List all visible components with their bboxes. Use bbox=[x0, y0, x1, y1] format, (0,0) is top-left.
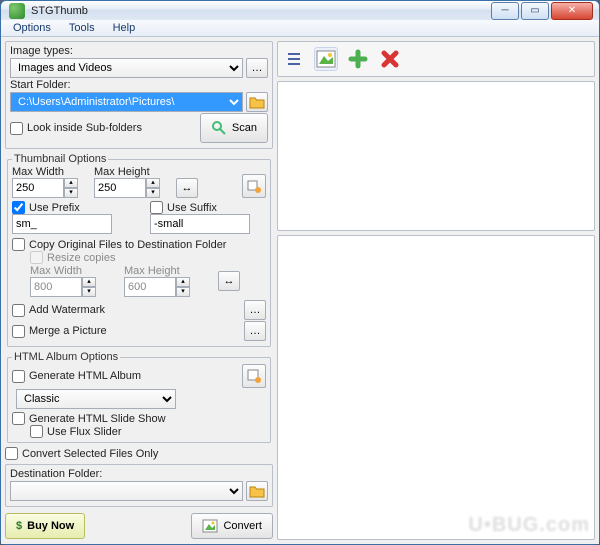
convert-button[interactable]: Convert bbox=[191, 513, 273, 539]
scan-button[interactable]: Scan bbox=[200, 113, 268, 143]
x-icon bbox=[380, 49, 400, 69]
album-style-select[interactable]: Classic bbox=[16, 389, 176, 409]
copy-aspect-lock-button: ↔ bbox=[218, 271, 240, 291]
file-list-area[interactable] bbox=[277, 81, 595, 231]
copy-max-height-label: Max Height bbox=[124, 265, 190, 277]
settings-icon bbox=[246, 178, 262, 194]
add-button[interactable] bbox=[346, 47, 370, 71]
image-types-select[interactable]: Images and Videos bbox=[10, 58, 243, 78]
app-icon bbox=[9, 3, 25, 19]
look-inside-subfolders-checkbox[interactable]: Look inside Sub-folders bbox=[10, 122, 142, 135]
image-types-label: Image types: bbox=[10, 45, 268, 57]
folder-icon bbox=[249, 484, 265, 498]
thumbnail-settings-button[interactable] bbox=[242, 174, 266, 198]
picture-icon bbox=[202, 519, 218, 533]
minimize-button[interactable]: ─ bbox=[491, 2, 519, 20]
html-album-settings-button[interactable] bbox=[242, 364, 266, 388]
right-pane bbox=[277, 41, 595, 540]
album-settings-icon bbox=[246, 368, 262, 384]
preview-area[interactable] bbox=[277, 235, 595, 540]
thumbnail-view-button[interactable] bbox=[314, 47, 338, 71]
maximize-button[interactable]: ▭ bbox=[521, 2, 549, 20]
spin-down[interactable]: ▾ bbox=[64, 188, 78, 198]
destination-folder-label: Destination Folder: bbox=[10, 468, 268, 480]
image-types-more-button[interactable]: … bbox=[246, 58, 268, 78]
menubar: Options Tools Help bbox=[1, 20, 599, 37]
buy-now-button[interactable]: $ Buy Now bbox=[5, 513, 85, 539]
thumbnail-options-legend: Thumbnail Options bbox=[12, 153, 108, 165]
copy-max-width-label: Max Width bbox=[30, 265, 96, 277]
use-flux-slider-checkbox[interactable]: Use Flux Slider bbox=[12, 425, 266, 438]
window-title: STGThumb bbox=[31, 5, 491, 17]
app-window: STGThumb ─ ▭ ✕ Options Tools Help Image … bbox=[0, 0, 600, 545]
copy-max-width-spinner: ▴▾ bbox=[30, 277, 96, 297]
destination-panel: Destination Folder: bbox=[5, 464, 273, 507]
watermark-settings-button[interactable]: … bbox=[244, 300, 266, 320]
preview-toolbar bbox=[277, 41, 595, 77]
max-height-label: Max Height bbox=[94, 166, 160, 178]
max-height-spinner[interactable]: ▴▾ bbox=[94, 178, 160, 198]
titlebar: STGThumb ─ ▭ ✕ bbox=[1, 1, 599, 20]
suffix-input[interactable] bbox=[150, 214, 250, 234]
close-button[interactable]: ✕ bbox=[551, 2, 593, 20]
remove-button[interactable] bbox=[378, 47, 402, 71]
folder-icon bbox=[249, 95, 265, 109]
spin-down[interactable]: ▾ bbox=[146, 188, 160, 198]
menu-tools[interactable]: Tools bbox=[61, 20, 103, 36]
plus-icon bbox=[348, 49, 368, 69]
copy-max-height-input bbox=[124, 277, 176, 297]
browse-destination-button[interactable] bbox=[246, 481, 268, 501]
picture-icon bbox=[316, 50, 336, 68]
client-area: Image types: Images and Videos … Start F… bbox=[1, 37, 599, 544]
use-suffix-checkbox[interactable]: Use Suffix bbox=[150, 201, 250, 214]
aspect-lock-button[interactable]: ↔ bbox=[176, 178, 198, 198]
prefix-input[interactable] bbox=[12, 214, 112, 234]
spin-up[interactable]: ▴ bbox=[64, 178, 78, 188]
merge-picture-checkbox[interactable]: Merge a Picture bbox=[12, 325, 107, 338]
max-width-label: Max Width bbox=[12, 166, 78, 178]
left-pane: Image types: Images and Videos … Start F… bbox=[5, 41, 273, 540]
copy-max-width-input bbox=[30, 277, 82, 297]
copy-max-height-spinner: ▴▾ bbox=[124, 277, 190, 297]
menu-help[interactable]: Help bbox=[105, 20, 144, 36]
max-width-spinner[interactable]: ▴▾ bbox=[12, 178, 78, 198]
window-buttons: ─ ▭ ✕ bbox=[491, 2, 593, 20]
spin-up[interactable]: ▴ bbox=[146, 178, 160, 188]
menu-options[interactable]: Options bbox=[5, 20, 59, 36]
browse-start-folder-button[interactable] bbox=[246, 92, 268, 112]
generate-html-album-checkbox[interactable]: Generate HTML Album bbox=[12, 370, 141, 383]
convert-selected-only-checkbox[interactable]: Convert Selected Files Only bbox=[5, 447, 273, 460]
start-folder-select[interactable]: C:\Users\Administrator\Pictures\ bbox=[10, 92, 243, 112]
max-width-input[interactable] bbox=[12, 178, 64, 198]
html-album-legend: HTML Album Options bbox=[12, 351, 120, 363]
use-prefix-checkbox[interactable]: Use Prefix bbox=[12, 201, 130, 214]
destination-folder-select[interactable] bbox=[10, 481, 243, 501]
dollar-icon: $ bbox=[16, 520, 22, 532]
html-album-panel: HTML Album Options Generate HTML Album C… bbox=[7, 351, 271, 443]
add-watermark-checkbox[interactable]: Add Watermark bbox=[12, 304, 105, 317]
resize-copies-checkbox: Resize copies bbox=[30, 251, 266, 264]
max-height-input[interactable] bbox=[94, 178, 146, 198]
thumbnail-options-panel: Thumbnail Options Max Width ▴▾ Max Heigh… bbox=[7, 153, 271, 347]
generate-slideshow-checkbox[interactable]: Generate HTML Slide Show bbox=[12, 412, 266, 425]
list-icon bbox=[284, 49, 304, 69]
start-folder-label: Start Folder: bbox=[10, 79, 268, 91]
merge-settings-button[interactable]: … bbox=[244, 321, 266, 341]
source-panel: Image types: Images and Videos … Start F… bbox=[5, 41, 273, 149]
list-view-button[interactable] bbox=[282, 47, 306, 71]
copy-original-checkbox[interactable]: Copy Original Files to Destination Folde… bbox=[12, 238, 266, 251]
scan-icon bbox=[211, 120, 227, 136]
